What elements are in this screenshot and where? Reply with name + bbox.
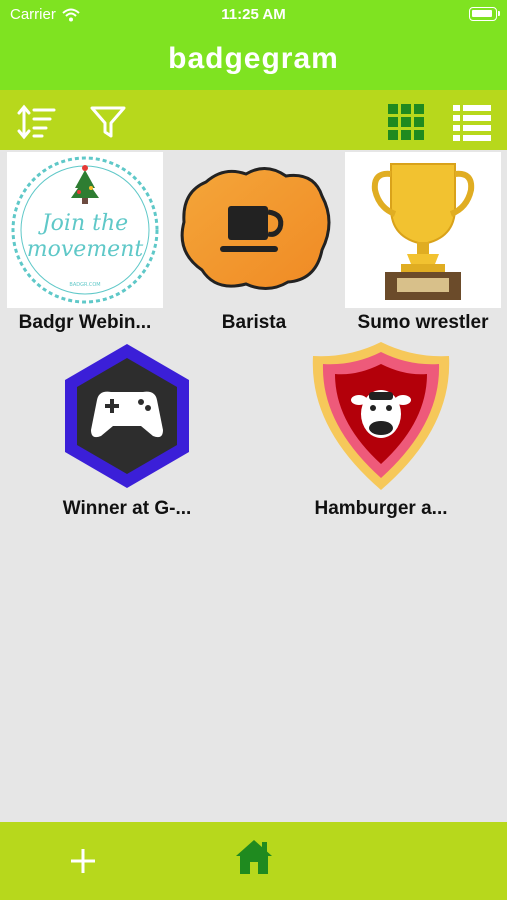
badge-card[interactable]: Hamburger a... [303, 338, 459, 520]
svg-text:movement: movement [27, 237, 144, 262]
trophy-icon [371, 163, 475, 300]
badge-card[interactable]: Winner at G-... [49, 338, 205, 520]
home-icon[interactable] [234, 838, 274, 876]
badge-label: Sumo wrestler [357, 312, 489, 333]
coffee-cup-icon [180, 167, 331, 290]
badge-card[interactable]: Sumo wrestler [345, 152, 501, 334]
svg-text:Join the: Join the [38, 211, 128, 236]
join-movement-badge-art: Join the movement BADGR.COM [11, 156, 159, 304]
sort-icon[interactable] [16, 102, 56, 142]
svg-text:BADGR.COM: BADGR.COM [69, 282, 100, 288]
badge-image [303, 338, 459, 494]
status-time: 11:25 AM [221, 6, 286, 23]
list-view-icon[interactable] [452, 102, 492, 142]
badge-card[interactable]: Join the movement BADGR.COM Badgr Webin.… [7, 152, 163, 334]
gamepad-icon [65, 344, 189, 488]
badge-label: Hamburger a... [314, 498, 448, 519]
toolbar [0, 90, 507, 150]
badge-label: Barista [221, 312, 287, 333]
battery-icon [469, 7, 500, 21]
status-bar: Carrier 11:25 AM [0, 0, 507, 28]
filter-icon[interactable] [88, 102, 128, 142]
app-title: badgegram [0, 28, 507, 90]
badge-image [49, 338, 205, 494]
badge-image [176, 152, 332, 308]
bottom-nav [0, 822, 507, 900]
badge-label: Winner at G-... [62, 498, 192, 519]
badge-card[interactable]: Barista [176, 152, 332, 334]
cow-shield-icon [312, 342, 450, 490]
badge-image: Join the movement BADGR.COM [7, 152, 163, 308]
badge-image [345, 152, 501, 308]
badge-label: Badgr Webin... [18, 312, 152, 333]
grid-view-icon[interactable] [386, 102, 426, 142]
plus-icon[interactable] [68, 846, 98, 876]
